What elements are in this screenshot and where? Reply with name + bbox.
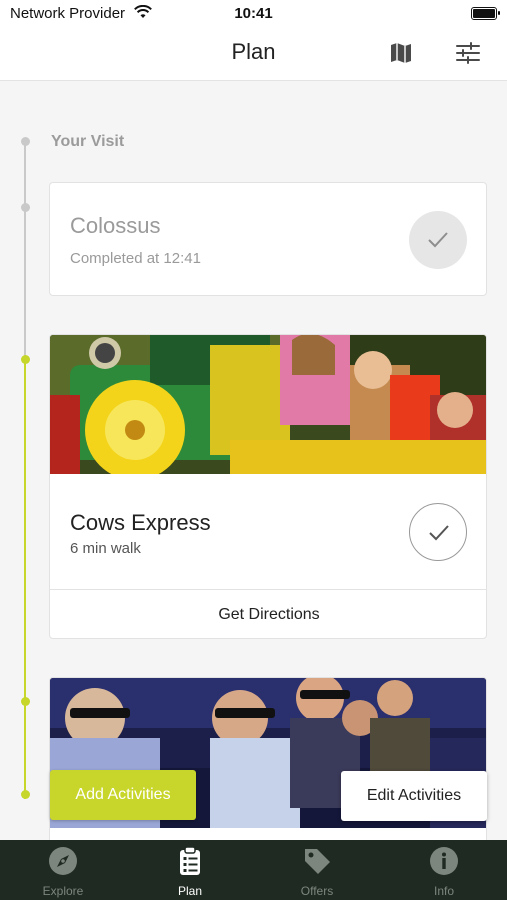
- status-bar: Network Provider 10:41: [0, 0, 507, 28]
- clock: 10:41: [234, 5, 273, 22]
- timeline-dot: [20, 137, 30, 146]
- timeline-line-upcoming: [24, 359, 26, 799]
- nav-bar: Plan: [0, 28, 507, 81]
- battery-icon: [471, 7, 500, 20]
- activity-name: Cows Express: [70, 510, 211, 535]
- activity-card[interactable]: Cows Express 6 min walk Get Directions: [49, 334, 487, 639]
- page-title: Plan: [231, 39, 276, 64]
- completed-activity-card[interactable]: Colossus Completed at 12:41: [49, 182, 487, 296]
- sliders-icon[interactable]: [455, 40, 481, 66]
- tab-label: Offers: [300, 884, 334, 898]
- info-icon: [429, 846, 459, 876]
- ride-photo: [50, 335, 486, 474]
- timeline-dot: [20, 697, 30, 706]
- timeline-dot: [20, 790, 30, 799]
- activity-name: Colossus: [70, 213, 161, 238]
- tab-label: Explore: [42, 884, 84, 898]
- check-icon[interactable]: [409, 503, 467, 561]
- check-icon[interactable]: [409, 211, 467, 269]
- section-label: Your Visit: [51, 133, 125, 150]
- edit-activities-button[interactable]: Edit Activities: [341, 771, 487, 821]
- tab-info[interactable]: Info: [381, 840, 507, 900]
- compass-icon: [48, 846, 78, 876]
- walk-time: 6 min walk: [70, 540, 141, 557]
- tab-explore[interactable]: Explore: [0, 840, 126, 900]
- tab-plan[interactable]: Plan: [127, 840, 253, 900]
- plan-timeline[interactable]: Your Visit Colossus Completed at 12:41 C…: [0, 81, 507, 840]
- tab-label: Plan: [177, 884, 203, 898]
- tab-bar: Explore Plan Offers Info: [0, 840, 507, 900]
- timeline-dot: [20, 355, 30, 364]
- completed-time: Completed at 12:41: [70, 250, 201, 267]
- clipboard-icon: [175, 846, 205, 876]
- timeline-dot: [20, 203, 30, 212]
- add-activities-button[interactable]: Add Activities: [50, 770, 196, 820]
- map-icon[interactable]: [388, 40, 414, 66]
- tag-icon: [302, 846, 332, 876]
- get-directions-button[interactable]: Get Directions: [50, 590, 486, 638]
- timeline-line-past: [24, 141, 26, 359]
- tab-label: Info: [433, 884, 454, 898]
- tab-offers[interactable]: Offers: [254, 840, 380, 900]
